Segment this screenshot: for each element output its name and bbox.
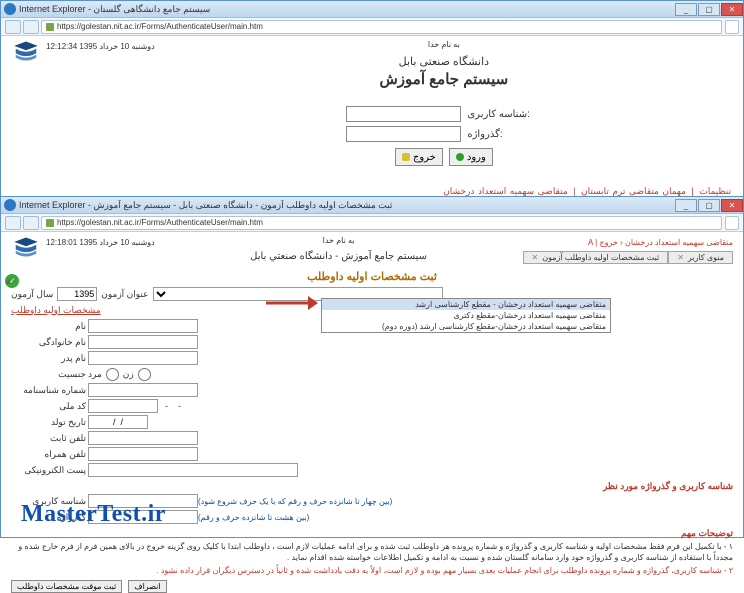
link-settings[interactable]: تنظیمات bbox=[699, 186, 731, 196]
name-input[interactable] bbox=[88, 319, 198, 333]
close-icon[interactable]: ✕ bbox=[677, 253, 684, 262]
credentials-title: شناسه کاربری و گذرواژه مورد نظر bbox=[11, 481, 733, 492]
idnum-label: شماره شناسنامه bbox=[11, 385, 86, 396]
url-box[interactable]: https://golestan.nit.ac.ir/Forms/Authent… bbox=[41, 20, 722, 34]
note-1: ۱ - با تکمیل این فرم فقط مشخصات اولیه و … bbox=[11, 541, 733, 563]
ie-icon bbox=[4, 3, 16, 15]
cancel-button[interactable]: انصراف bbox=[128, 580, 166, 593]
link-summer-guest[interactable]: مهمان متقاضی ترم تابستان bbox=[581, 186, 686, 196]
enter-icon bbox=[456, 153, 464, 161]
lock-icon bbox=[46, 219, 54, 227]
window-title-2: Internet Explorer - ثبت مشخصات اوليه داو… bbox=[19, 200, 674, 211]
window-title-1: Internet Explorer - سیستم جامع دانشگاهی … bbox=[19, 4, 674, 15]
tel-input[interactable] bbox=[88, 431, 198, 445]
link-initial-info[interactable]: مشخصات اولیه داوطلب bbox=[11, 305, 101, 316]
tab-register[interactable]: ✕ثبت مشخصات اولیه داوطلب آزمون bbox=[523, 251, 669, 264]
temp-save-button[interactable]: ثبت موقت مشخصات داوطلب bbox=[11, 580, 122, 593]
gender-male-radio[interactable] bbox=[106, 368, 119, 381]
dropdown-option[interactable]: متقاضی سهمیه استعداد درخشان - مقطع کارشن… bbox=[322, 299, 610, 310]
username-label: شناسه کاربری: bbox=[461, 109, 541, 120]
tab-user-menu[interactable]: ✕منوی کاربر bbox=[668, 251, 733, 264]
maximize-button[interactable]: ▢ bbox=[698, 3, 720, 16]
mobile-label: تلفن همراه bbox=[11, 449, 86, 460]
arrow-annotation-2 bbox=[266, 294, 318, 314]
titlebar-1: Internet Explorer - سیستم جامع دانشگاهی … bbox=[1, 1, 743, 18]
exam-title-label: عنوان آزمون bbox=[101, 289, 148, 300]
url-box[interactable]: https://golestan.nit.ac.ir/Forms/Authent… bbox=[41, 216, 722, 230]
father-input[interactable] bbox=[88, 351, 198, 365]
system-line: سيستم جامع آموزش - دانشگاه صنعتي بابل bbox=[155, 251, 523, 262]
address-bar-2: https://golestan.nit.ac.ir/Forms/Authent… bbox=[1, 214, 743, 232]
lock-icon bbox=[46, 23, 54, 31]
password-input[interactable] bbox=[346, 126, 461, 142]
university-name: دانشگاه صنعتی بابل bbox=[155, 55, 733, 68]
note-2: ۲ - شناسه کاربری، گذرواژه و شماره پرونده… bbox=[11, 565, 733, 576]
gender-female-radio[interactable] bbox=[138, 368, 151, 381]
birth-label: تاریخ تولد bbox=[11, 417, 86, 428]
email-input[interactable] bbox=[88, 463, 298, 477]
exam-year-input[interactable] bbox=[57, 287, 97, 301]
minimize-button[interactable]: _ bbox=[675, 199, 697, 212]
birth-input[interactable] bbox=[88, 415, 148, 429]
breadcrumb: A | متقاضی سهمیه استعداد درخشان ‹ خروج bbox=[588, 238, 733, 247]
enter-button[interactable]: ورود bbox=[449, 148, 493, 166]
exam-title-dropdown[interactable]: متقاضی سهمیه استعداد درخشان - مقطع کارشن… bbox=[321, 298, 611, 333]
password-label: گذرواژه: bbox=[461, 129, 541, 140]
natid-input[interactable] bbox=[88, 399, 158, 413]
exit-button[interactable]: خروج bbox=[395, 148, 443, 166]
url-text: https://golestan.nit.ac.ir/Forms/Authent… bbox=[57, 218, 717, 227]
name-label: نام bbox=[11, 321, 86, 332]
titlebar-2: Internet Explorer - ثبت مشخصات اوليه داو… bbox=[1, 197, 743, 214]
url-text: https://golestan.nit.ac.ir/Forms/Authent… bbox=[57, 22, 717, 31]
datetime-1: 12:12:34 دوشنبه 10 خرداد 1395 bbox=[46, 42, 155, 51]
family-input[interactable] bbox=[88, 335, 198, 349]
refresh-button[interactable] bbox=[725, 216, 739, 230]
father-label: نام پدر bbox=[11, 353, 86, 364]
logo-icon bbox=[11, 236, 41, 258]
maximize-button[interactable]: ▢ bbox=[698, 199, 720, 212]
close-icon[interactable]: ✕ bbox=[532, 253, 539, 262]
close-button[interactable]: ✕ bbox=[721, 199, 743, 212]
exit-icon bbox=[402, 153, 410, 161]
section-title: ثبت مشخصات اولیه داوطلب bbox=[11, 270, 733, 283]
email-label: پست الکترونیکی bbox=[11, 465, 86, 476]
idnum-input[interactable] bbox=[88, 383, 198, 397]
link-talented[interactable]: متقاضی سهمیه استعداد درخشان bbox=[443, 186, 568, 196]
dropdown-option[interactable]: متقاضی سهمیه استعداد درخشان-مقطع دکتری bbox=[322, 310, 610, 321]
bismillah-1: به نام خدا bbox=[155, 40, 733, 49]
forward-button[interactable] bbox=[23, 20, 39, 34]
back-button[interactable] bbox=[5, 216, 21, 230]
natid-label: کد ملی bbox=[11, 401, 86, 412]
watermark: MasterTest.ir bbox=[21, 501, 166, 528]
logo-icon bbox=[11, 40, 41, 62]
family-label: نام خانوادگی bbox=[11, 337, 86, 348]
ie-icon bbox=[4, 199, 16, 211]
system-name: سيستم جامع آموزش bbox=[155, 70, 733, 88]
tel-label: تلفن ثابت bbox=[11, 433, 86, 444]
notes-title: توضیحات مهم bbox=[11, 528, 733, 539]
exam-year-label: سال آزمون bbox=[11, 289, 53, 300]
bismillah-2: به نام خدا bbox=[155, 236, 523, 245]
scroll-up-icon[interactable]: ▲ bbox=[1, 276, 13, 288]
back-button[interactable] bbox=[5, 20, 21, 34]
gender-label: جنسیت bbox=[11, 369, 86, 380]
user-hint: (بین چهار تا شانزده حرف و رقم که با یک ح… bbox=[198, 497, 392, 506]
minimize-button[interactable]: _ bbox=[675, 3, 697, 16]
username-input[interactable] bbox=[346, 106, 461, 122]
close-button[interactable]: ✕ bbox=[721, 3, 743, 16]
mobile-input[interactable] bbox=[88, 447, 198, 461]
datetime-2: 12:18:01 دوشنبه 10 خرداد 1395 bbox=[46, 238, 155, 247]
refresh-button[interactable] bbox=[725, 20, 739, 34]
dropdown-option[interactable]: متقاضی سهمیه استعداد درخشان-مقطع کارشناس… bbox=[322, 321, 610, 332]
address-bar-1: https://golestan.nit.ac.ir/Forms/Authent… bbox=[1, 18, 743, 36]
forward-button[interactable] bbox=[23, 216, 39, 230]
pass-hint: (بین هشت تا شانزده حرف و رقم) bbox=[198, 513, 309, 522]
